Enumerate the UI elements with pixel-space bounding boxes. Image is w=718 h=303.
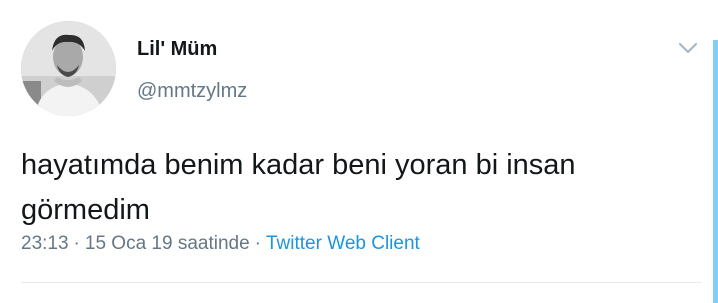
display-name[interactable]: Lil' Müm [137,38,217,61]
tweet-text: hayatımda benim kadar beni yoran bi insa… [21,149,576,226]
meta-separator: · [73,233,80,254]
scrollbar[interactable] [713,40,718,303]
divider [21,282,701,283]
tweet-meta: 23:13 · 15 Oca 19 saatinde · Twitter Web Cli… [21,233,420,255]
user-handle[interactable]: @mmtzylmz [137,80,247,103]
tweet-time[interactable]: 23:13 [21,233,69,254]
tweet-date[interactable]: 15 Oca 19 saatinde [85,233,250,254]
meta-separator: · [254,233,261,254]
tweet-card: Lil' Müm @mmtzylmz hayatımda benim kadar… [0,0,718,303]
avatar[interactable] [21,21,116,116]
client-link[interactable]: Twitter Web Client [266,233,420,254]
chevron-down-icon[interactable] [676,38,700,58]
